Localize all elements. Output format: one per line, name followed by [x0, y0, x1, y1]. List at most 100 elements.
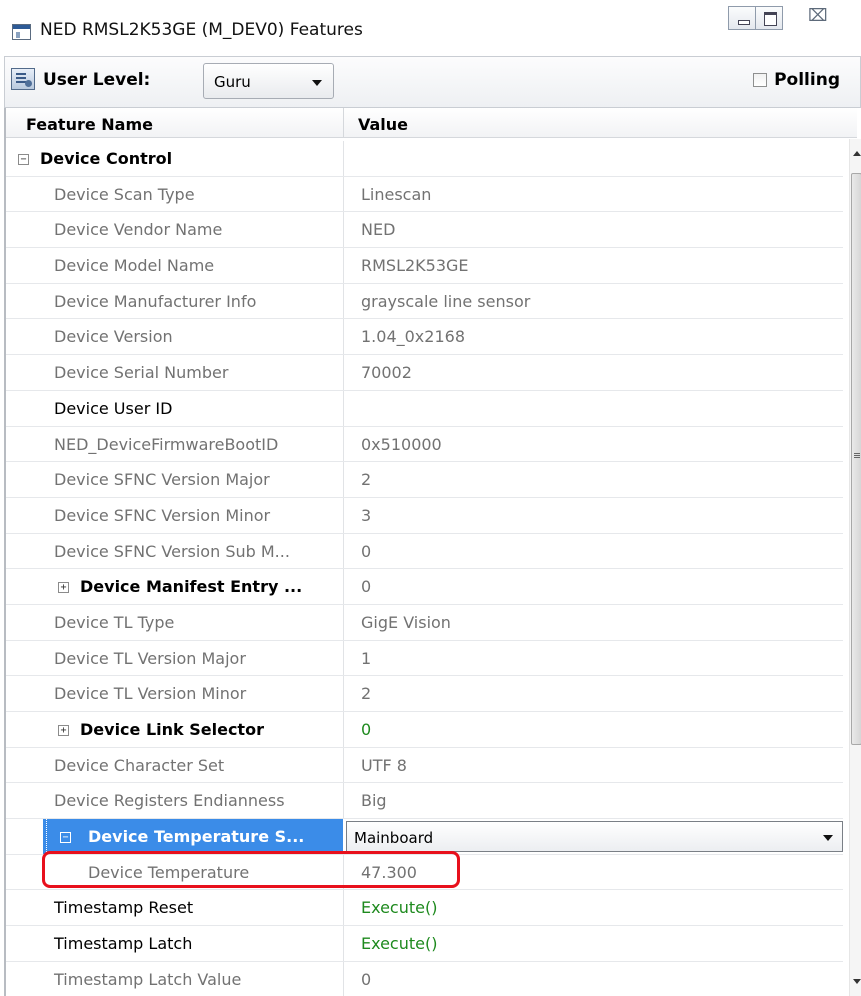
feature-name: Device TL Type	[54, 612, 175, 632]
column-header-feature-name[interactable]: Feature Name	[26, 115, 153, 134]
feature-value: 0	[361, 577, 372, 597]
feature-name: Device Temperature S...	[88, 827, 305, 847]
feature-row[interactable]: Device Version 1.04_0x2168	[6, 319, 843, 356]
window-title: NED RMSL2K53GE (M_DEV0) Features	[40, 20, 363, 40]
column-divider[interactable]	[343, 108, 344, 138]
column-divider	[343, 640, 344, 676]
column-divider	[343, 248, 344, 283]
feature-row[interactable]: Device Manufacturer Info grayscale line …	[6, 283, 843, 320]
user-level-icon[interactable]	[11, 68, 35, 90]
feature-name: Timestamp Latch	[54, 934, 193, 954]
feature-row[interactable]: Device TL Type GigE Vision	[6, 604, 843, 641]
feature-row[interactable]: Device Scan Type Linescan	[6, 176, 843, 213]
feature-row[interactable]: Device User ID	[6, 390, 843, 427]
feature-value: 0	[361, 969, 372, 989]
feature-name: Device Model Name	[54, 256, 215, 276]
feature-name: Device TL Version Major	[54, 648, 246, 668]
close-button[interactable]: ⌧	[791, 6, 835, 30]
column-divider	[343, 783, 344, 819]
column-divider	[343, 926, 344, 961]
column-divider	[343, 747, 344, 783]
polling-toggle[interactable]: Polling	[753, 70, 840, 90]
feature-name: Device Registers Endianness	[54, 791, 285, 811]
polling-checkbox[interactable]	[753, 73, 768, 87]
expand-icon[interactable]: +	[58, 725, 69, 736]
feature-name: Device SFNC Version Minor	[54, 505, 271, 525]
title-bar: NED RMSL2K53GE (M_DEV0) Features ⌧	[0, 0, 861, 56]
feature-name: Device User ID	[54, 398, 173, 418]
scroll-up-icon[interactable]	[853, 151, 861, 156]
feature-value: 2	[361, 470, 372, 490]
maximize-button[interactable]	[755, 6, 783, 30]
feature-row[interactable]: Device SFNC Version Minor 3	[6, 497, 843, 534]
chevron-down-icon	[312, 80, 322, 86]
feature-value: Big	[361, 791, 387, 811]
column-divider	[343, 533, 344, 569]
feature-name: Device Version	[54, 327, 173, 347]
vertical-scrollbar[interactable]	[849, 139, 861, 996]
toolbar: User Level: Guru Polling	[4, 56, 861, 108]
feature-name: Device Link Selector	[80, 720, 264, 739]
column-divider	[343, 497, 344, 533]
feature-name: Timestamp Latch Value	[54, 969, 242, 989]
feature-value: RMSL2K53GE	[361, 256, 469, 276]
feature-row[interactable]: Timestamp Latch Value 0	[6, 961, 843, 996]
column-divider	[343, 604, 344, 640]
feature-name: Device Character Set	[54, 755, 225, 775]
feature-row-command[interactable]: Timestamp Latch Execute()	[6, 926, 843, 962]
feature-row[interactable]: Device SFNC Version Sub M... 0	[6, 533, 843, 570]
feature-row[interactable]: Device Model Name RMSL2K53GE	[6, 248, 843, 284]
column-divider	[343, 283, 344, 319]
feature-name: Device Serial Number	[54, 363, 229, 383]
column-divider	[343, 961, 344, 996]
scroll-down-icon[interactable]	[853, 979, 861, 984]
feature-name: Device Manufacturer Info	[54, 291, 257, 311]
feature-name: NED_DeviceFirmwareBootID	[54, 434, 279, 454]
feature-value-editable[interactable]: 0	[361, 720, 371, 739]
group-device-manifest-entry[interactable]: + Device Manifest Entry ... 0	[6, 569, 843, 605]
minimize-button[interactable]	[728, 6, 756, 30]
scroll-thumb[interactable]	[851, 173, 861, 745]
feature-row[interactable]: Device Vendor Name NED	[6, 212, 843, 249]
execute-command[interactable]: Execute()	[361, 898, 437, 917]
column-header-value[interactable]: Value	[358, 115, 408, 134]
feature-value: UTF 8	[361, 755, 407, 775]
column-divider	[343, 141, 344, 176]
execute-command[interactable]: Execute()	[361, 934, 437, 953]
annotation-highlight-box	[42, 851, 460, 888]
expand-icon[interactable]: +	[58, 582, 69, 594]
feature-name: Device Control	[40, 149, 173, 168]
polling-label: Polling	[774, 70, 840, 90]
temperature-selector-dropdown[interactable]: Mainboard	[346, 821, 843, 853]
grip-icon	[854, 453, 860, 454]
window-icon	[12, 24, 31, 40]
feature-name: Device SFNC Version Sub M...	[54, 541, 290, 561]
feature-row[interactable]: Device Registers Endianness Big	[6, 783, 843, 820]
feature-name: Device TL Version Minor	[54, 684, 247, 704]
feature-row[interactable]: NED_DeviceFirmwareBootID 0x510000	[6, 426, 843, 463]
collapse-icon[interactable]: −	[18, 154, 29, 165]
feature-row[interactable]: Device TL Version Major 1	[6, 640, 843, 677]
category-device-control[interactable]: − Device Control	[6, 141, 843, 177]
feature-name: Device Scan Type	[54, 184, 195, 204]
group-device-temperature-selector[interactable]: − Device Temperature S... Mainboard	[6, 819, 843, 855]
feature-name: Device SFNC Version Major	[54, 470, 270, 490]
feature-value: NED	[361, 220, 396, 240]
feature-name: Device Manifest Entry ...	[80, 577, 303, 597]
group-device-link-selector[interactable]: + Device Link Selector 0	[6, 712, 843, 748]
feature-value: 2	[361, 684, 372, 704]
feature-row[interactable]: Device TL Version Minor 2	[6, 676, 843, 712]
feature-row[interactable]: Device Character Set UTF 8	[6, 747, 843, 784]
column-divider	[343, 319, 344, 355]
feature-row[interactable]: Device Serial Number 70002	[6, 355, 843, 391]
column-divider	[343, 462, 344, 497]
temperature-selector-value: Mainboard	[354, 829, 434, 848]
feature-row[interactable]: Device SFNC Version Major 2	[6, 462, 843, 498]
user-level-dropdown[interactable]: Guru	[203, 63, 334, 99]
feature-value: 3	[361, 505, 372, 525]
feature-row-command[interactable]: Timestamp Reset Execute()	[6, 890, 843, 927]
feature-value: 1.04_0x2168	[361, 327, 465, 347]
collapse-icon[interactable]: −	[60, 832, 71, 844]
feature-value: GigE Vision	[361, 612, 451, 632]
feature-value: 70002	[361, 363, 412, 383]
